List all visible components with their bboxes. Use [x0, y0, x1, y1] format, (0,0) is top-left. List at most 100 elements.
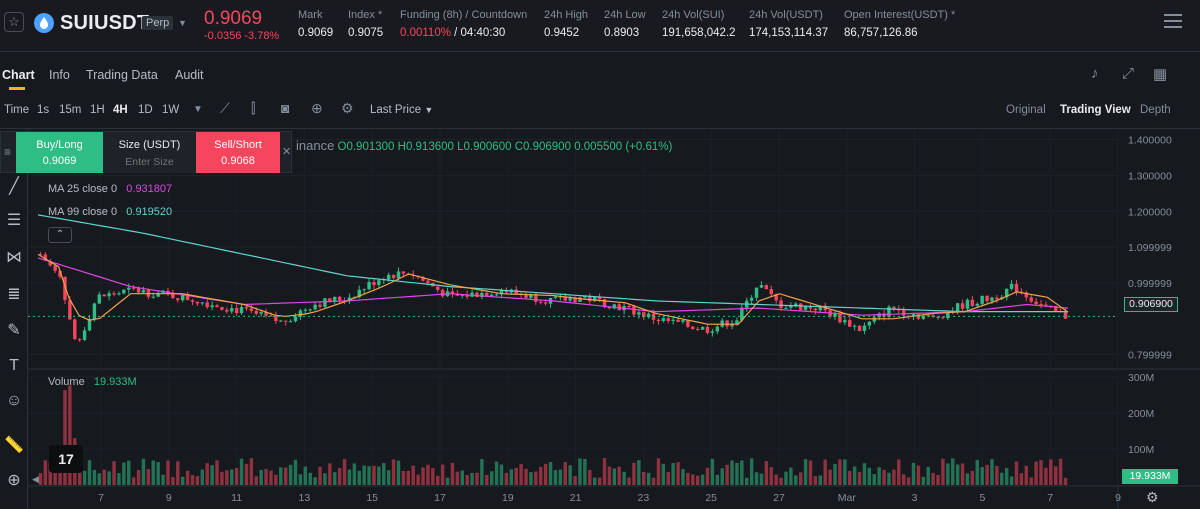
time-tick-label: 19 [502, 492, 514, 504]
ma25-legend[interactable]: MA 25 close 0 0.931807 [48, 183, 172, 195]
stat-open-interest[interactable]: Open Interest(USDT) * 86,757,126.86 [844, 9, 955, 39]
candle-body [759, 285, 764, 288]
trend-line-icon[interactable]: ╱ [4, 177, 24, 197]
indicator-line-icon[interactable]: ⟋ [220, 100, 230, 117]
volume-bar [740, 460, 744, 485]
candle-body [440, 289, 445, 297]
settings-icon[interactable]: ⚙ [341, 100, 354, 117]
volume-bar [504, 472, 509, 485]
fib-icon[interactable]: ≣ [4, 285, 24, 305]
volume-bar [136, 470, 141, 485]
view-trading-view[interactable]: Trading View [1060, 104, 1131, 116]
text-tool-icon[interactable]: T [4, 356, 24, 376]
interval-4h[interactable]: 4H [113, 104, 128, 116]
menu-icon[interactable] [1164, 14, 1182, 30]
exchange-name: inance [296, 138, 335, 153]
volume-bar [131, 477, 136, 485]
stat-value: 0.9075 [348, 27, 384, 39]
volume-bar [357, 470, 361, 485]
volume-bar [318, 466, 322, 485]
volume-bar [1004, 468, 1009, 485]
chart-settings-gear-icon[interactable]: ⚙ [1146, 489, 1159, 506]
volume-bar [602, 458, 607, 485]
time-tick-label: 11 [231, 492, 242, 504]
chart-area[interactable]: 1.400000 1.300000 1.200000 1.099999 0.999999… [0, 128, 1200, 509]
sell-short-button[interactable]: Sell/Short 0.9068 [196, 132, 280, 173]
pattern-icon[interactable]: ⋈ [4, 248, 24, 268]
interval-1d[interactable]: 1D [138, 104, 153, 116]
collapse-legend-icon[interactable]: ⌃ [48, 227, 72, 243]
volume-bar [798, 472, 803, 485]
interval-1h[interactable]: 1H [90, 104, 105, 116]
interval-15m[interactable]: 15m [59, 104, 81, 116]
volume-bar [1039, 460, 1043, 485]
alert-bell-icon[interactable]: ♪ [1091, 65, 1099, 82]
brush-icon[interactable]: ✎ [4, 321, 24, 341]
volume-bar [985, 464, 989, 485]
volume-bar [730, 460, 734, 485]
volume-bar [735, 462, 739, 485]
candle-body [867, 321, 872, 326]
volume-bar [970, 470, 975, 485]
ruler-icon[interactable]: 📏 [4, 436, 24, 456]
interval-1s[interactable]: 1s [37, 104, 49, 116]
buy-long-button[interactable]: Buy/Long 0.9069 [16, 132, 103, 173]
horizontal-lines-icon[interactable]: ☰ [4, 211, 24, 231]
candle-body [691, 326, 695, 329]
volume-bar [995, 465, 999, 485]
volume-bar [117, 473, 121, 485]
tab-chart[interactable]: Chart [2, 68, 35, 82]
tab-info[interactable]: Info [49, 68, 70, 82]
interval-more-icon[interactable]: ▼ [193, 104, 203, 115]
price-tick-label: 1.400000 [1128, 135, 1172, 147]
emoji-icon[interactable]: ☺ [4, 391, 24, 411]
volume-bar [691, 474, 695, 485]
volume-bar [715, 474, 720, 485]
scroll-left-icon[interactable]: ◀ [32, 474, 39, 485]
favorite-star-icon[interactable]: ☆ [4, 12, 24, 32]
ma99-label: MA 99 close 0 [48, 206, 118, 218]
drag-handle-icon[interactable]: ≡ [4, 145, 11, 159]
volume-bar [97, 473, 102, 485]
fullscreen-icon[interactable]: ⤢ [1122, 65, 1134, 82]
active-tab-indicator [9, 87, 25, 90]
volume-bar [1024, 465, 1029, 485]
candle-body [838, 313, 842, 323]
interval-1w[interactable]: 1W [162, 104, 179, 116]
candle-body [190, 300, 195, 302]
candle-body [671, 319, 675, 321]
symbol-dropdown-icon[interactable]: ▼ [178, 18, 187, 28]
stat-index[interactable]: Index * 0.9075 [348, 9, 383, 39]
price-chart[interactable]: 1.400000 1.300000 1.200000 1.099999 0.999999… [0, 129, 1200, 509]
candle-body [936, 316, 940, 318]
candle-type-icon[interactable]: ⫿ [251, 100, 255, 117]
zoom-icon[interactable]: ⊕ [4, 471, 24, 491]
candle-body [941, 317, 945, 319]
view-original[interactable]: Original [1006, 104, 1046, 116]
size-input[interactable] [109, 156, 190, 168]
price-tick-label: 1.300000 [1128, 170, 1172, 182]
candle-body [107, 293, 111, 297]
screenshot-icon[interactable]: ◙ [281, 100, 289, 116]
volume-bar [548, 461, 553, 485]
layout-grid-icon[interactable]: ▦ [1153, 65, 1167, 83]
time-tick-label: 9 [1115, 492, 1121, 504]
volume-bar [234, 467, 239, 485]
price-type-caret-icon: ▼ [424, 105, 434, 115]
symbol-name[interactable]: SUIUSDT [60, 12, 149, 35]
ma99-legend[interactable]: MA 99 close 0 0.919520 [48, 206, 172, 218]
ohlc-legend: inance O0.901300 H0.913600 L0.900600 C0.… [296, 138, 672, 153]
tab-trading-data[interactable]: Trading Data [86, 68, 158, 82]
add-indicator-icon[interactable]: ⊕ [311, 100, 323, 117]
volume-bar [848, 470, 852, 485]
view-depth[interactable]: Depth [1140, 104, 1171, 116]
volume-bar [107, 471, 111, 485]
volume-bar [779, 477, 783, 485]
close-icon[interactable]: ✕ [282, 145, 291, 158]
volume-bar [1019, 473, 1024, 485]
tab-audit[interactable]: Audit [175, 68, 204, 82]
volume-bar [1034, 461, 1038, 485]
price-type-select[interactable]: Last Price ▼ [370, 104, 433, 116]
volume-bar [421, 467, 425, 485]
chart-tabs: Chart Info Trading Data Audit ♪ ⤢ ▦ [0, 53, 1200, 91]
